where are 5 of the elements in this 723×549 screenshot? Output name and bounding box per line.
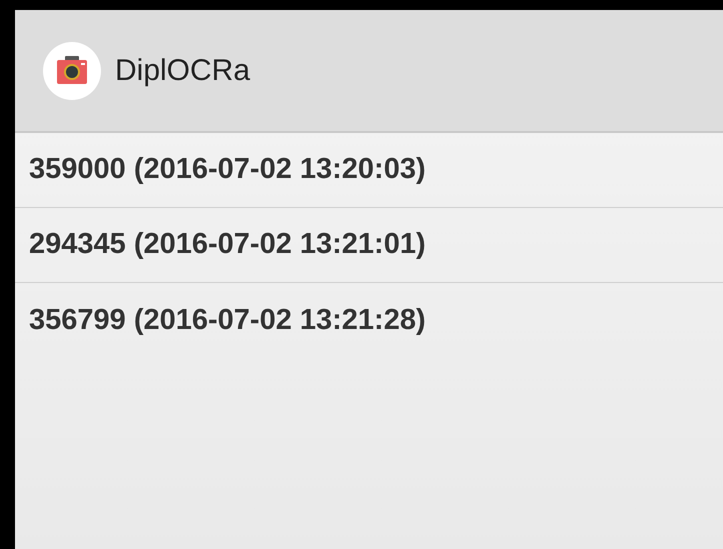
list-item[interactable]: 294345 (2016-07-02 13:21:01) [15, 208, 723, 283]
list-item[interactable]: 356799 (2016-07-02 13:21:28) [15, 283, 723, 358]
app-title: DiplOCRa [115, 53, 250, 89]
list-item[interactable]: 359000 (2016-07-02 13:20:03) [15, 133, 723, 208]
camera-icon [43, 42, 101, 100]
